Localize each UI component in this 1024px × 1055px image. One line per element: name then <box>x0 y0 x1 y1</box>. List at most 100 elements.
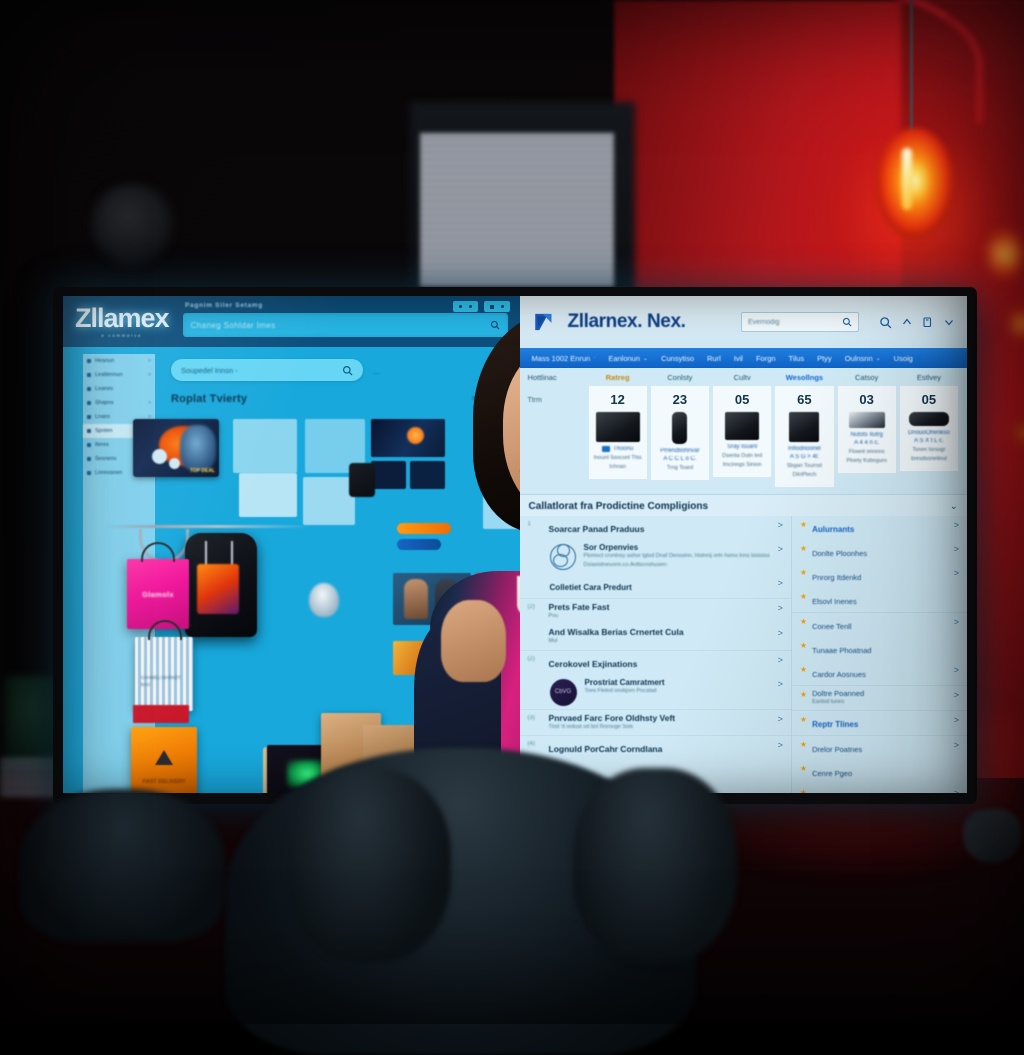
product-card-1[interactable]: 23 Prrendtiohnvar A C C L o C. Trng Toar… <box>650 385 710 481</box>
sidebar-item-5[interactable]: Spoten <box>83 424 155 438</box>
sidebar-item-8[interactable]: Lonnosnen <box>83 466 155 480</box>
list-item[interactable]: (3) Pnrvaed Farc Fore Oldhsty Veft Tlod … <box>520 709 791 735</box>
list-item-desc: Pvu <box>549 612 773 621</box>
list-item[interactable]: (4) Lognuld PorCahr Corndlana > <box>520 735 791 760</box>
chevron-down-icon[interactable]: ⌄ <box>950 501 958 512</box>
nav-item-6[interactable]: Tilus <box>789 354 805 363</box>
nav-item-8[interactable]: Oulnsnn ⌄ <box>845 354 881 363</box>
section-title: Callatlorat fra Prodictine Compligions <box>529 501 950 512</box>
product-card-3[interactable]: 65 Inflodnoonel A S G > 4t: Sbgan Tourns… <box>774 385 834 488</box>
chevron-right-icon[interactable]: > <box>954 787 959 793</box>
list-item[interactable]: ★ Drelor Poatnes > <box>792 735 967 760</box>
sidebar-item-0[interactable]: Heanun > <box>83 354 155 368</box>
chevron-right-icon[interactable]: > <box>778 713 783 724</box>
chevron-down-icon[interactable] <box>943 316 955 328</box>
column-header-0[interactable]: Hottlinac <box>528 373 586 382</box>
chevron-right-icon[interactable]: > <box>778 627 783 638</box>
chevron-right-icon[interactable]: > <box>954 739 959 750</box>
chevron-right-icon[interactable]: > <box>954 714 959 725</box>
list-item[interactable]: ★ Tunaae Phoatnad <box>792 637 967 661</box>
product-card-2[interactable]: 05 Sray Isuanl Dsenta Dutn ted Imcinngs … <box>712 385 772 478</box>
product-tile-image[interactable] <box>371 461 406 489</box>
dot-icon: · <box>593 355 595 361</box>
list-item-title: Conee Tenll <box>812 622 851 631</box>
zn-arrow-logo-icon[interactable] <box>532 309 558 335</box>
product-card-0[interactable]: 12 Thoonu Inounl Ssoconl This Ichnan <box>588 385 648 480</box>
product-card-4[interactable]: 03 Nutots Ilutrg A 4 4 n c. Flownt onnnn… <box>837 385 897 474</box>
close-icon[interactable] <box>501 305 504 308</box>
computer-mouse[interactable] <box>963 809 1021 863</box>
copy-icon[interactable] <box>922 316 934 329</box>
sidebar-item-4[interactable]: Lnaes > <box>83 410 155 424</box>
chevron-right-icon[interactable]: > <box>954 689 959 700</box>
sidebar-item-3[interactable]: Shapns > <box>83 396 155 410</box>
chevron-right-icon[interactable]: > <box>778 654 783 665</box>
list-item[interactable]: Sor Orpenvies Plomoct crvntnsy ashor tgt… <box>520 540 791 574</box>
nav-item-5[interactable]: Forgn <box>756 354 776 363</box>
column-header-5[interactable]: Catsoy <box>837 373 897 382</box>
left-overflow-menu[interactable]: ... <box>373 367 380 376</box>
list-item[interactable]: ★ Cenre Pgeo <box>792 760 967 784</box>
nav-item-3[interactable]: Rurl <box>707 354 721 363</box>
list-item[interactable]: And Wisalka Berias Crnertet Cula Mul > <box>520 624 791 649</box>
star-icon: ★ <box>800 543 807 553</box>
star-icon: ★ <box>800 616 807 626</box>
list-item[interactable]: ★ Elsovl Inenes <box>792 588 967 612</box>
chevron-down-icon: ⌄ <box>876 355 881 362</box>
right-search-input[interactable]: Evernodig <box>741 312 859 332</box>
hoodie-product <box>185 533 257 637</box>
list-item[interactable]: ★ Cesnies > <box>792 784 967 793</box>
column-header-2[interactable]: Conlsty <box>650 373 710 382</box>
nav-item-0[interactable]: Mass 1002 Enrun · <box>532 354 596 363</box>
chevron-right-icon[interactable]: > <box>954 616 959 627</box>
left-secondary-search[interactable]: Soupedel Innsn - <box>171 359 363 381</box>
chevron-right-icon[interactable]: > <box>778 577 783 588</box>
chevron-right-icon[interactable]: > <box>954 567 959 578</box>
left-logo[interactable]: Zllamex e commerce <box>75 305 169 338</box>
chevron-right-icon[interactable]: > <box>954 664 959 675</box>
column-header-3[interactable]: Cultv <box>712 373 772 382</box>
search-icon[interactable] <box>879 316 892 329</box>
chevron-right-icon[interactable]: > <box>778 678 783 689</box>
collapsible-section-header[interactable]: Callatlorat fra Prodictine Compligions ⌄ <box>520 494 967 516</box>
chevron-right-icon[interactable]: > <box>778 519 783 530</box>
chevron-right-icon[interactable]: > <box>778 602 783 613</box>
list-item[interactable]: ★ Cardor Aosnues > <box>792 661 967 685</box>
sidebar-item-1[interactable]: Leattennun > <box>83 368 155 382</box>
nav-item-9[interactable]: Usoig <box>894 354 913 363</box>
list-item[interactable]: ★ Pnrorg Itdenkd > <box>792 564 967 588</box>
column-header-1[interactable]: Ratreg <box>588 373 648 382</box>
nav-item-2[interactable]: Cunsytiso <box>661 354 694 363</box>
chevron-right-icon[interactable]: > <box>778 543 783 554</box>
product-card-5[interactable]: 05 DnouoOhenkso A S X t L c. Tsnen Isrso… <box>899 385 959 472</box>
column-header-4[interactable]: Wesollngs <box>774 373 834 382</box>
sidebar-item-2[interactable]: Loanes <box>83 382 155 396</box>
list-item[interactable]: (2) Cerokovel Exjinations > <box>520 650 791 675</box>
product-tile[interactable] <box>305 419 365 473</box>
list-item[interactable]: 1 Soarcar Panad Praduus > <box>520 516 791 540</box>
list-item[interactable]: ★ Conee Tenll > <box>792 612 967 637</box>
list-item[interactable]: ★ Aulurnants > <box>792 516 967 540</box>
sidebar-item-6[interactable]: Iteres <box>83 438 155 452</box>
maximize-icon[interactable] <box>469 305 472 308</box>
sidebar-item-7[interactable]: Sesnens <box>83 452 155 466</box>
chevron-up-icon[interactable] <box>901 316 913 328</box>
chevron-right-icon[interactable]: > <box>778 739 783 750</box>
nav-item-7[interactable]: Ptyy <box>817 354 832 363</box>
chevron-right-icon[interactable]: > <box>954 543 959 554</box>
list-item[interactable]: ★ Donlte Ploonhes > <box>792 540 967 564</box>
wall-clock <box>92 184 172 264</box>
product-tile[interactable] <box>233 419 297 473</box>
chevron-right-icon[interactable]: > <box>954 519 959 530</box>
list-item[interactable]: ★ Doltre Poanned Eanlod tunes > <box>792 685 967 710</box>
chevron-right-icon: > <box>148 414 151 420</box>
list-item[interactable]: Colletiet Cara Predurt > <box>520 574 791 598</box>
column-header-6[interactable]: Estlvey <box>899 373 959 382</box>
list-item[interactable]: CbVG Prostriat Camratmert Toes Flelnd on… <box>520 675 791 709</box>
list-item[interactable]: (2) Prets Fate Fast Pvu > <box>520 598 791 624</box>
nav-item-1[interactable]: Eanlonun ⌄ <box>608 354 648 363</box>
flag-icon[interactable] <box>490 305 494 309</box>
nav-item-4[interactable]: Ivil <box>734 354 743 363</box>
list-item[interactable]: ★ Reptr Tlines > <box>792 710 967 735</box>
minimize-icon[interactable] <box>459 305 462 308</box>
